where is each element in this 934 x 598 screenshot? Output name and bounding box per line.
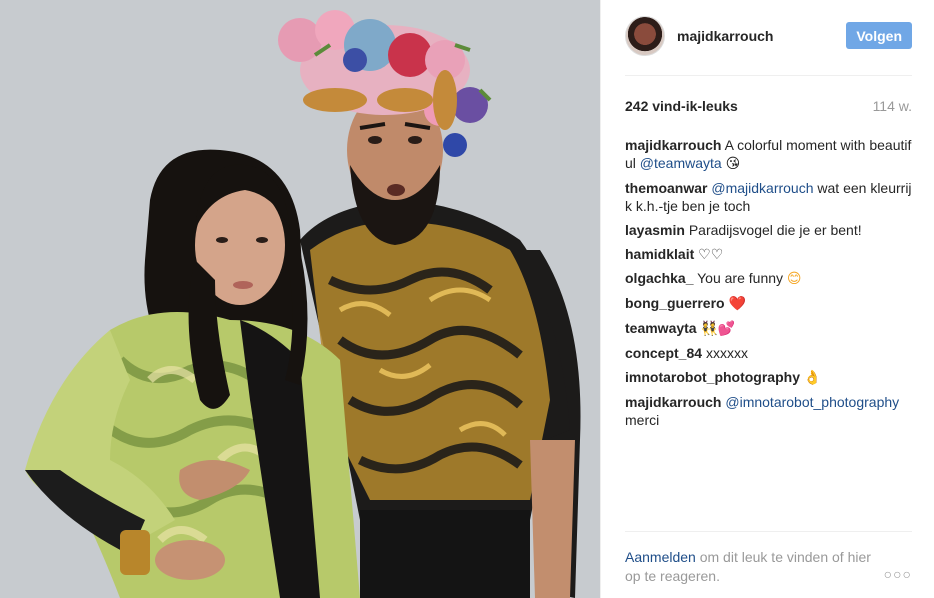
comment-mention[interactable]: @majidkarrouch — [711, 180, 813, 196]
comment-author[interactable]: teamwayta — [625, 320, 697, 336]
instagram-post: majidkarrouch Volgen 242 vind-ik-leuks 1… — [0, 0, 934, 598]
post-header: majidkarrouch Volgen — [625, 16, 912, 76]
comment-author[interactable]: imnotarobot_photography — [625, 369, 800, 385]
post-sidebar: majidkarrouch Volgen 242 vind-ik-leuks 1… — [600, 0, 934, 598]
likes-count[interactable]: 242 vind-ik-leuks — [625, 98, 738, 114]
comment-item: teamwayta 👯💕 — [625, 319, 912, 338]
comment-list: majidkarrouch A colorful moment with bea… — [625, 136, 912, 435]
post-footer: Aanmelden om dit leuk te vinden of hier … — [625, 531, 912, 586]
follow-button[interactable]: Volgen — [846, 22, 912, 49]
comment-item: majidkarrouch A colorful moment with bea… — [625, 136, 912, 173]
comment-author[interactable]: majidkarrouch — [625, 137, 721, 153]
comment-author[interactable]: bong_guerrero — [625, 295, 725, 311]
ok-hand-emoji-icon: 👌 — [803, 370, 822, 386]
kiss-emoji-icon: 😘 — [725, 156, 741, 172]
dancers-emoji-icon: 👯💕 — [700, 321, 736, 337]
comment-item: imnotarobot_photography 👌 — [625, 368, 912, 387]
heart-emoji-icon: ❤️ — [728, 296, 746, 312]
comment-author[interactable]: layasmin — [625, 222, 685, 238]
comment-mention[interactable]: @teamwayta — [640, 155, 722, 171]
comment-item: majidkarrouch @imnotarobot_photography m… — [625, 393, 912, 429]
comment-item: concept_84 xxxxxx — [625, 344, 912, 362]
comment-mention[interactable]: @imnotarobot_photography — [725, 394, 899, 410]
comment-item: hamidklait ♡♡ — [625, 245, 912, 263]
post-meta: 242 vind-ik-leuks 114 w. — [625, 98, 912, 114]
comment-author[interactable]: majidkarrouch — [625, 394, 721, 410]
comment-text: merci — [625, 412, 660, 428]
comment-item: themoanwar @majidkarrouch wat een kleurr… — [625, 179, 912, 215]
comment-author[interactable]: olgachka_ — [625, 270, 693, 286]
comment-author[interactable]: themoanwar — [625, 180, 707, 196]
post-photo[interactable] — [0, 0, 600, 598]
post-age[interactable]: 114 w. — [873, 98, 912, 114]
login-prompt: Aanmelden om dit leuk te vinden of hier … — [625, 548, 875, 586]
photo-illustration — [0, 0, 600, 598]
avatar[interactable] — [625, 16, 665, 56]
comment-item: layasmin Paradijsvogel die je er bent! — [625, 221, 912, 239]
comment-author[interactable]: concept_84 — [625, 345, 702, 361]
comment-item: olgachka_ You are funny 😊 — [625, 269, 912, 288]
comment-text: You are funny — [697, 270, 787, 286]
comment-text: xxxxxx — [705, 345, 748, 361]
comment-item: bong_guerrero ❤️ — [625, 294, 912, 313]
comment-author[interactable]: hamidklait — [625, 246, 694, 262]
header-username[interactable]: majidkarrouch — [677, 28, 773, 44]
login-link[interactable]: Aanmelden — [625, 549, 696, 565]
comment-text: ♡♡ — [698, 246, 724, 262]
comment-text: Paradijsvogel die je er bent! — [688, 222, 862, 238]
smile-emoji-icon: 😊 — [786, 271, 802, 287]
more-options-icon[interactable]: ○○○ — [884, 566, 912, 582]
